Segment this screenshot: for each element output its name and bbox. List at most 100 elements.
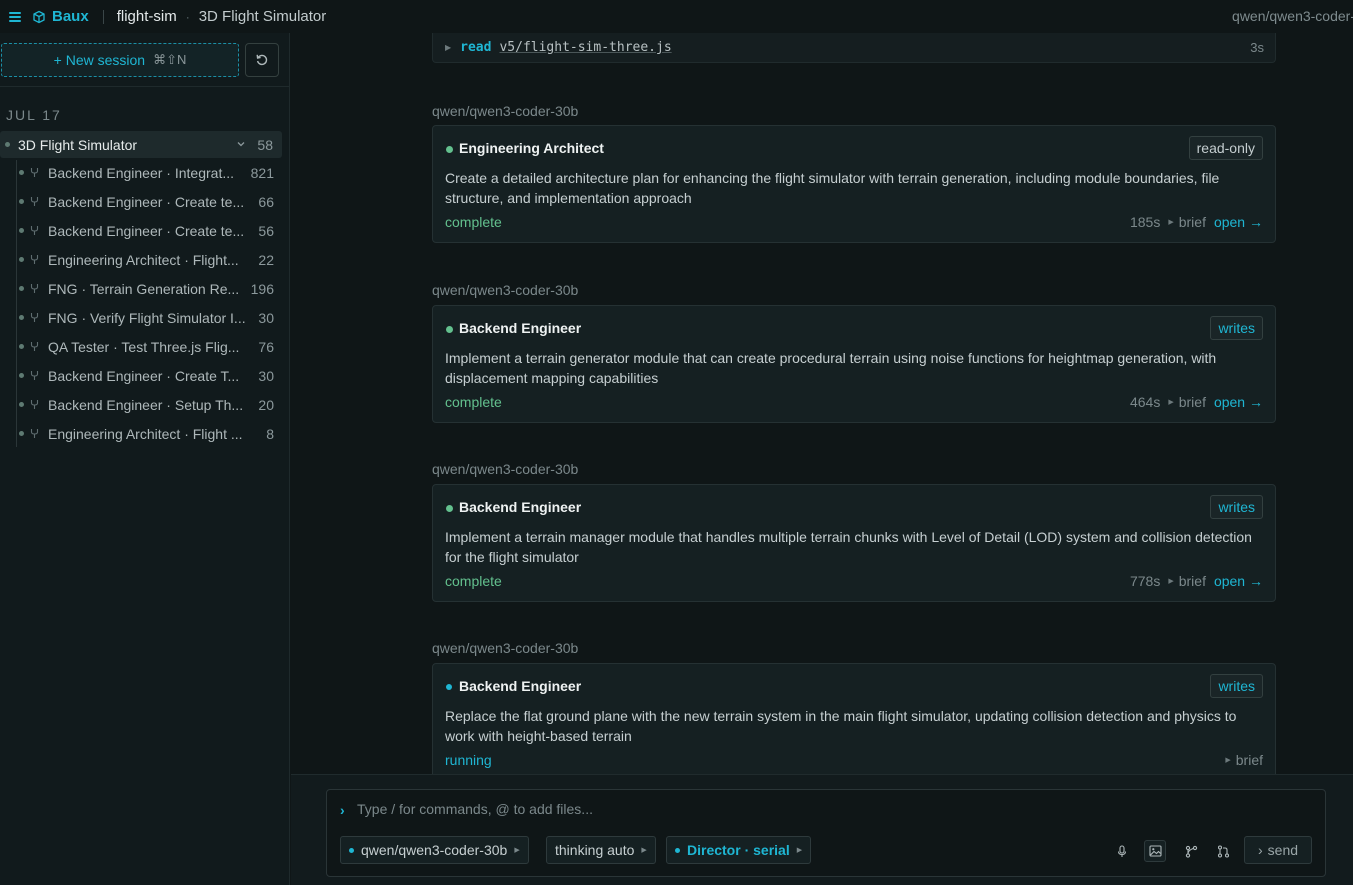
branch-icon <box>30 226 39 235</box>
task-model-label: qwen/qwen3-coder-30b <box>432 103 579 119</box>
permission-badge: writes <box>1210 495 1263 519</box>
session-title: 3D Flight Simulator <box>18 136 138 153</box>
brief-label: brief <box>1178 214 1206 230</box>
image-icon <box>1148 845 1162 857</box>
open-link[interactable]: open → <box>1214 394 1263 410</box>
conversation-area: ▶ read v5/flight-sim-three.js 3s qwen/qw… <box>291 33 1353 885</box>
permission-badge: writes <box>1210 316 1263 340</box>
session-status-dot <box>5 142 10 147</box>
session-child-count: 8 <box>266 425 274 442</box>
git-branch-icon <box>1185 845 1197 858</box>
task-model-label: qwen/qwen3-coder-30b <box>432 282 579 298</box>
thinking-selector[interactable]: thinking auto ▶ <box>546 836 656 864</box>
session-child-count: 66 <box>258 193 274 210</box>
open-link[interactable]: open → <box>1214 214 1263 230</box>
task-model-label: qwen/qwen3-coder-30b <box>432 640 579 656</box>
task-state: complete <box>445 573 502 589</box>
branch-icon <box>30 313 39 322</box>
microphone-button[interactable] <box>1111 840 1133 862</box>
session-item-parent[interactable]: 3D Flight Simulator 58 <box>0 131 282 158</box>
send-button[interactable]: › send <box>1244 836 1312 864</box>
session-child-count: 196 <box>250 280 274 297</box>
expand-arrow-icon: ▶ <box>1168 399 1174 406</box>
new-session-button[interactable]: + New session ⌘⇧N <box>1 43 239 77</box>
task-description: Create a detailed architecture plan for … <box>445 170 1220 206</box>
session-status-dot <box>19 344 24 349</box>
session-child-title: Backend Engineer · Setup Th... <box>48 396 244 413</box>
director-dot <box>675 847 680 853</box>
director-mode-label: Director · serial <box>687 842 790 858</box>
task-duration: 778s <box>1129 573 1161 589</box>
session-child-item[interactable]: QA Tester · Test Three.js Flig... 76 <box>16 332 282 361</box>
session-child-title: Backend Engineer · Integrat... <box>48 164 234 181</box>
brief-toggle[interactable]: ▶ brief <box>1168 394 1206 410</box>
branch-button[interactable] <box>1180 840 1202 862</box>
session-child-item[interactable]: Backend Engineer · Create te... 56 <box>16 216 282 245</box>
session-status-dot <box>19 170 24 175</box>
session-child-title: Backend Engineer · Create te... <box>48 193 245 210</box>
task-state: complete <box>445 214 502 230</box>
session-child-title: QA Tester · Test Three.js Flig... <box>48 338 240 355</box>
date-group-label: JUL 17 <box>6 107 62 123</box>
session-child-item[interactable]: FNG · Verify Flight Simulator I... 30 <box>16 303 282 332</box>
chevron-down-icon[interactable] <box>236 139 246 149</box>
task-role: Backend Engineer <box>459 320 582 336</box>
session-child-item[interactable]: Backend Engineer · Integrat... 821 <box>16 158 282 187</box>
brief-toggle[interactable]: ▶ brief <box>1168 214 1206 230</box>
brief-toggle[interactable]: ▶ brief <box>1168 573 1206 589</box>
model-selector[interactable]: qwen/qwen3-coder-30b ▶ <box>340 836 529 864</box>
session-child-title: Backend Engineer · Create T... <box>48 367 240 384</box>
message-input[interactable] <box>357 798 1257 820</box>
attach-image-button[interactable] <box>1144 840 1166 862</box>
session-title: 3D Flight Simulator <box>198 8 327 25</box>
task-card: Engineering Architect read-only Create a… <box>432 125 1276 243</box>
brief-toggle[interactable]: ▶ brief <box>1225 752 1263 768</box>
task-card: Backend Engineer writes Implement a terr… <box>432 484 1276 602</box>
expand-arrow-icon[interactable]: ▶ <box>445 43 451 52</box>
task-meta: 778s ▶ brief open → <box>1130 573 1263 589</box>
session-status-dot <box>19 286 24 291</box>
open-link[interactable]: open → <box>1214 573 1263 589</box>
session-child-title: FNG · Verify Flight Simulator I... <box>48 309 246 326</box>
tool-path[interactable]: v5/flight-sim-three.js <box>499 40 671 55</box>
session-child-item[interactable]: FNG · Terrain Generation Re... 196 <box>16 274 282 303</box>
prompt-chevron-icon: › <box>340 802 345 818</box>
session-child-item[interactable]: Backend Engineer · Setup Th... 20 <box>16 390 282 419</box>
session-status-dot <box>19 402 24 407</box>
project-name[interactable]: flight-sim <box>117 8 177 25</box>
session-count: 58 <box>257 136 273 153</box>
session-status-dot <box>19 228 24 233</box>
session-child-item[interactable]: Backend Engineer · Create T... 30 <box>16 361 282 390</box>
brief-label: brief <box>1178 573 1206 589</box>
send-chevron-icon: › <box>1257 842 1263 858</box>
new-session-shortcut: ⌘⇧N <box>153 52 187 67</box>
brief-label: brief <box>1178 394 1206 410</box>
tool-verb: read <box>460 40 492 55</box>
pull-request-button[interactable] <box>1212 840 1234 862</box>
task-card: Backend Engineer writes Implement a terr… <box>432 305 1276 423</box>
refresh-button[interactable] <box>245 43 279 77</box>
session-child-item[interactable]: Backend Engineer · Create te... 66 <box>16 187 282 216</box>
tool-duration: 3s <box>1250 40 1264 55</box>
session-status-dot <box>19 431 24 436</box>
model-dot <box>349 847 354 853</box>
session-child-item[interactable]: Engineering Architect · Flight... 22 <box>16 245 282 274</box>
director-mode-selector[interactable]: Director · serial ▶ <box>666 836 812 864</box>
menu-icon[interactable] <box>9 10 23 24</box>
brand-name[interactable]: Baux <box>52 8 89 25</box>
session-child-item[interactable]: Engineering Architect · Flight ... 8 <box>16 419 282 448</box>
task-card: Backend Engineer writes Replace the flat… <box>432 663 1276 781</box>
brief-label: brief <box>1235 752 1263 768</box>
task-description: Replace the flat ground plane with the n… <box>445 708 1237 744</box>
header-model[interactable]: qwen/qwen3-coder- <box>1232 8 1353 24</box>
session-child-count: 30 <box>258 367 274 384</box>
git-pull-request-icon <box>1217 844 1229 858</box>
tool-call-read[interactable]: ▶ read v5/flight-sim-three.js 3s <box>432 33 1276 63</box>
new-session-label: + New session <box>53 52 146 68</box>
task-description: Implement a terrain manager module that … <box>445 529 1252 565</box>
task-state: complete <box>445 394 502 410</box>
session-child-title: FNG · Terrain Generation Re... <box>48 280 240 297</box>
task-role: Engineering Architect <box>459 140 604 156</box>
chevron-right-icon: ▶ <box>796 847 803 854</box>
branch-icon <box>30 255 39 264</box>
